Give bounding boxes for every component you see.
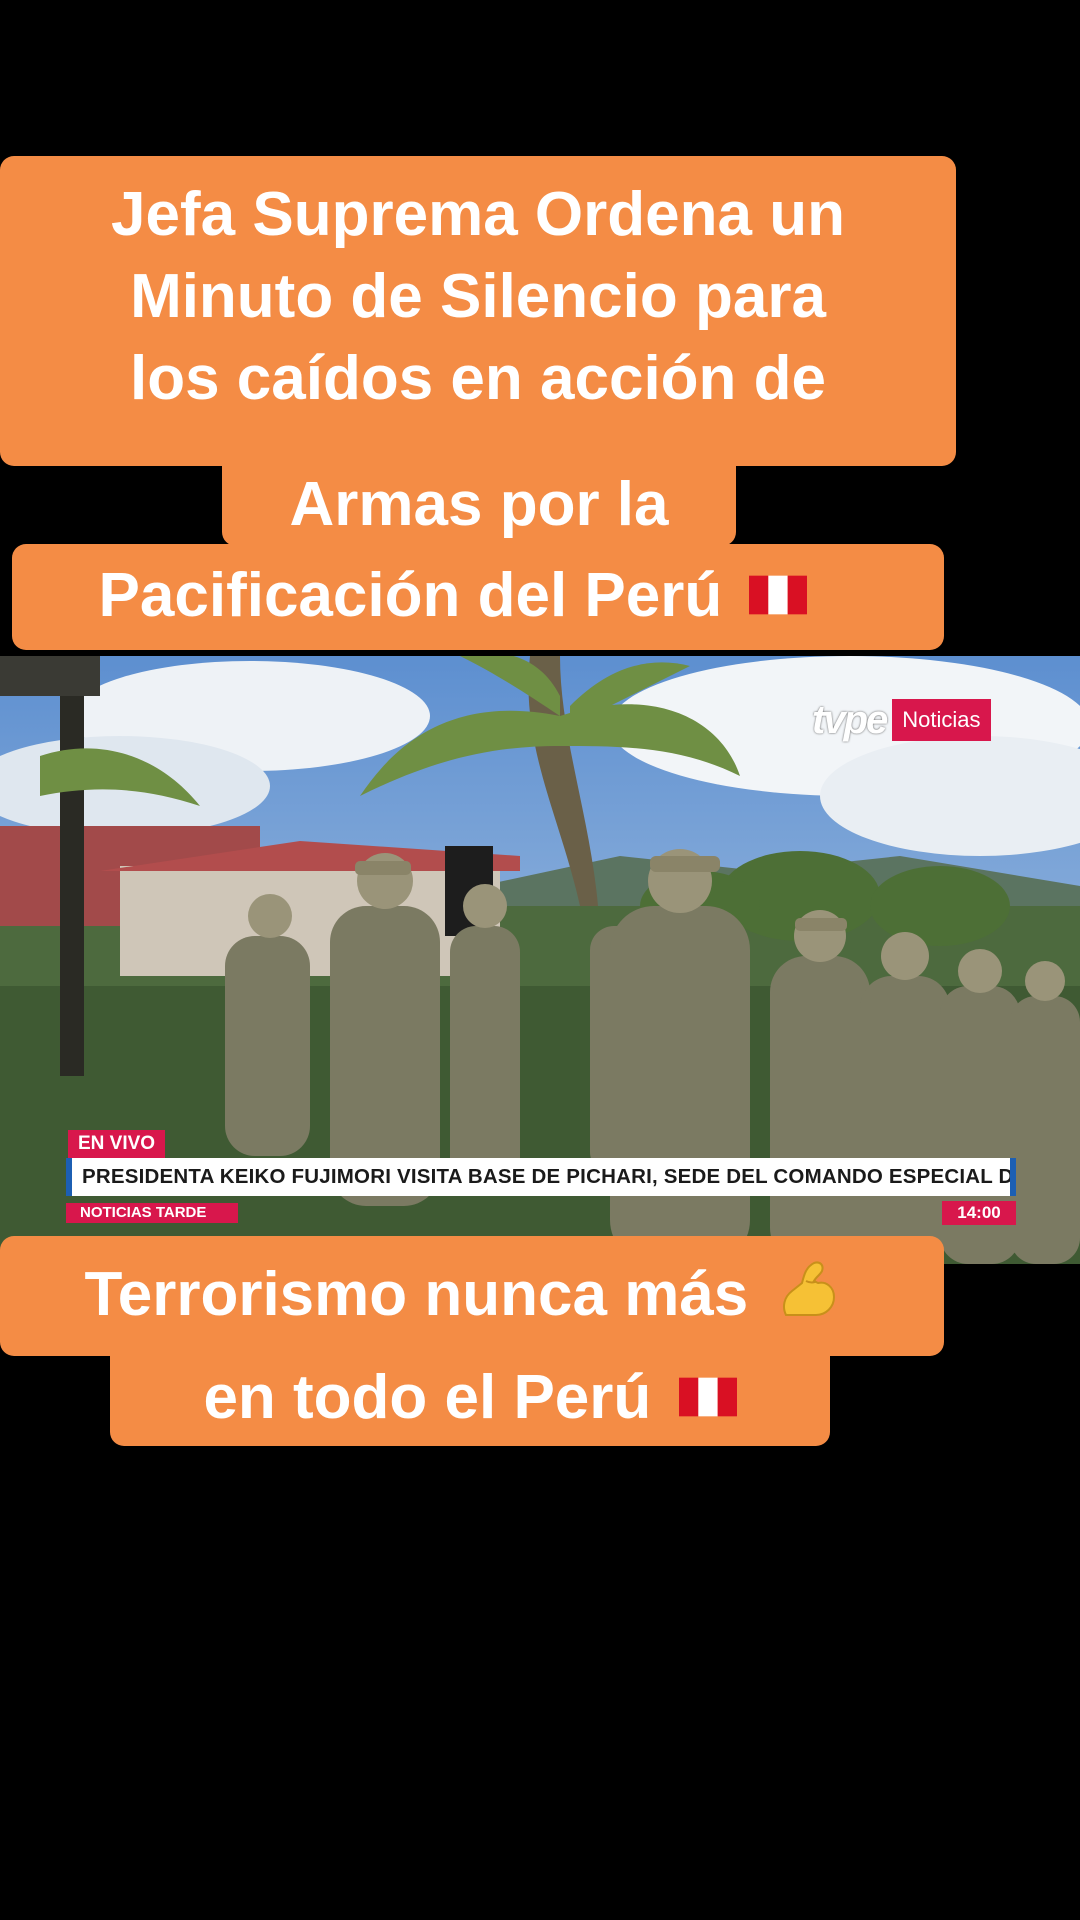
flexed-biceps-icon [776,1242,840,1316]
caption-bottom-2: en todo el Perú [110,1352,830,1446]
peru-flag-icon-2 [678,1374,737,1420]
peru-flag-icon [749,572,808,618]
caption-middle: Armas por la [222,462,736,546]
caption-third: Pacificación del Perú [12,544,944,650]
program-name: NOTICIAS TARDE [66,1203,238,1223]
caption-line-4: Armas por la [289,470,669,539]
caption-top: Jefa Suprema Ordena un Minuto de Silenci… [0,156,956,466]
caption-line-5: Pacificación del Perú [98,561,723,630]
broadcast-time: 14:00 [942,1201,1016,1225]
news-headline-bar: PRESIDENTA KEIKO FUJIMORI VISITA BASE DE… [66,1158,1016,1196]
caption-line-1: Jefa Suprema Ordena un [111,180,845,249]
channel-logo-text: tvpe [812,697,888,742]
channel-logo: tvpe Noticias [812,694,991,746]
caption-line-2: Minuto de Silencio para [130,262,826,331]
caption-line-6: Terrorismo nunca más [84,1260,749,1329]
caption-line-3: los caídos en acción de [129,344,827,413]
caption-bottom-1: Terrorismo nunca más [0,1236,944,1356]
caption-line-7: en todo el Perú [203,1363,652,1432]
live-label: EN VIVO [68,1130,166,1158]
channel-logo-badge: Noticias [892,699,991,741]
